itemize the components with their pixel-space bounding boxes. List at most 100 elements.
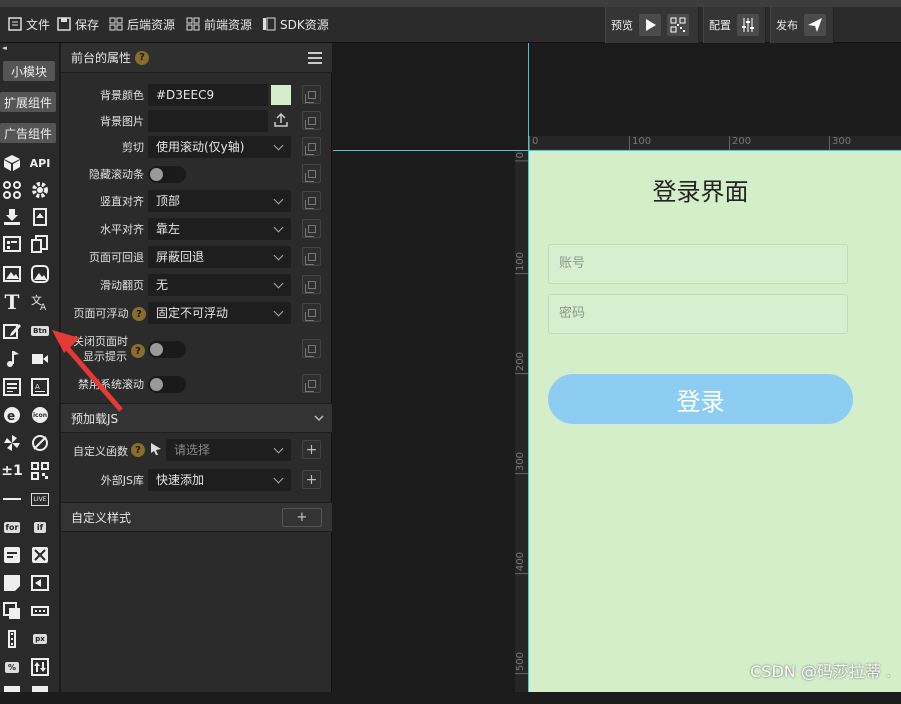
- list-edit-icon[interactable]: [2, 545, 22, 565]
- button-component-icon[interactable]: Btn: [30, 321, 50, 341]
- copy-button[interactable]: [302, 164, 321, 183]
- copy-button[interactable]: [302, 85, 321, 104]
- copy-icon: [304, 224, 316, 237]
- ext-js-select[interactable]: 快速添加: [148, 469, 291, 491]
- copy-button[interactable]: [302, 191, 321, 210]
- disable-scroll-toggle[interactable]: [148, 376, 186, 393]
- collapse-icon[interactable]: ◂◂: [2, 44, 7, 52]
- sort-icon[interactable]: [30, 657, 50, 677]
- text-icon[interactable]: T: [2, 290, 22, 314]
- menu-icon[interactable]: [308, 52, 322, 64]
- partial-icon[interactable]: [2, 684, 22, 704]
- edit-icon[interactable]: [2, 321, 22, 341]
- ie-browser-icon[interactable]: e: [2, 405, 22, 425]
- login-button[interactable]: 登录: [548, 374, 853, 424]
- vertical-bar-icon[interactable]: [2, 629, 22, 649]
- textarea-icon[interactable]: [2, 377, 22, 397]
- menu-backend[interactable]: 后端资源: [109, 15, 175, 33]
- px-unit-icon[interactable]: px: [30, 629, 50, 649]
- cursor-icon[interactable]: [150, 442, 162, 456]
- copy-button[interactable]: [302, 275, 321, 294]
- layers-icon[interactable]: [2, 601, 22, 621]
- float-select[interactable]: 固定不可浮动: [148, 302, 291, 324]
- add-style-button[interactable]: +: [282, 508, 322, 527]
- add-js-button[interactable]: +: [302, 470, 321, 489]
- halign-select[interactable]: 靠左: [148, 218, 291, 240]
- translate-icon[interactable]: 文A: [30, 292, 50, 312]
- help-icon[interactable]: ?: [131, 344, 145, 358]
- form-icon[interactable]: [2, 234, 22, 254]
- menu-save[interactable]: 保存: [57, 15, 99, 33]
- preload-js-header[interactable]: 预加载JS: [61, 403, 332, 433]
- clip-select[interactable]: 使用滚动(仅y轴): [148, 136, 291, 158]
- upload-file-icon[interactable]: [30, 207, 50, 227]
- download-icon[interactable]: [2, 207, 22, 227]
- valign-select[interactable]: 顶部: [148, 190, 291, 212]
- api-icon[interactable]: API: [30, 153, 51, 173]
- copy-button[interactable]: [302, 339, 321, 358]
- dots-icon[interactable]: [30, 601, 50, 621]
- enter-icon[interactable]: [30, 573, 50, 593]
- image-icon[interactable]: [2, 264, 22, 284]
- menu-sdk[interactable]: SDK资源: [262, 15, 329, 33]
- percent-unit-icon[interactable]: %: [2, 657, 22, 677]
- icon-component-icon[interactable]: icon: [30, 405, 50, 425]
- text-input-icon[interactable]: A: [30, 377, 50, 397]
- note-icon[interactable]: [2, 573, 22, 593]
- gallery-icon[interactable]: [30, 264, 50, 284]
- menu-file[interactable]: 文件: [8, 15, 50, 33]
- bgcolor-input[interactable]: #D3EEC9: [148, 84, 268, 106]
- password-input[interactable]: 密码: [548, 294, 848, 334]
- row-bgcolor: 背景颜色 #D3EEC9: [61, 83, 332, 107]
- menu-frontend[interactable]: 前端资源: [186, 15, 252, 33]
- account-input[interactable]: 账号: [548, 244, 848, 284]
- bgcolor-swatch[interactable]: [271, 85, 291, 105]
- cube-icon[interactable]: [2, 153, 22, 173]
- back-select[interactable]: 屏蔽回退: [148, 246, 291, 268]
- swipe-select[interactable]: 无: [148, 274, 291, 296]
- music-icon[interactable]: [2, 349, 22, 369]
- config-button[interactable]: [737, 14, 759, 36]
- ad-components-button[interactable]: 广告组件: [0, 123, 56, 143]
- custom-style-title: 自定义样式: [71, 510, 132, 525]
- publish-button[interactable]: [804, 14, 826, 36]
- page-preview[interactable]: 登录界面 账号 密码 登录: [529, 150, 901, 692]
- for-loop-icon[interactable]: for: [2, 517, 22, 537]
- if-condition-icon[interactable]: if: [30, 517, 50, 537]
- gear-icon[interactable]: [30, 180, 50, 200]
- px-unit-label: px: [33, 634, 47, 644]
- copy-icon: [304, 169, 316, 182]
- add-func-button[interactable]: +: [302, 440, 321, 459]
- copy-button[interactable]: [302, 111, 321, 130]
- hide-scroll-toggle[interactable]: [148, 166, 186, 183]
- copy-button[interactable]: [302, 303, 321, 322]
- video-icon[interactable]: [30, 349, 50, 369]
- qrcode-button[interactable]: [667, 14, 689, 36]
- qrcode-component-icon[interactable]: [30, 461, 50, 481]
- copy-button[interactable]: [302, 247, 321, 266]
- help-icon[interactable]: ?: [132, 307, 146, 321]
- brush-icon[interactable]: [30, 433, 50, 453]
- divider-icon[interactable]: [2, 489, 22, 509]
- design-canvas[interactable]: 0 100 200 300 0 100 200 300 400 500 登录界面…: [333, 43, 901, 692]
- help-icon[interactable]: ?: [135, 50, 150, 65]
- shuffle-icon[interactable]: [30, 545, 50, 565]
- counter-icon[interactable]: ±1: [1, 461, 22, 481]
- copy-button[interactable]: [302, 374, 321, 393]
- pinwheel-icon[interactable]: [2, 433, 22, 453]
- close-hint-toggle[interactable]: [148, 341, 186, 358]
- nodes-icon[interactable]: [2, 180, 22, 200]
- custom-func-select[interactable]: 请选择: [166, 439, 291, 461]
- live-icon[interactable]: LIVE: [30, 489, 50, 509]
- partial-icon-2[interactable]: [30, 684, 50, 704]
- bgimage-input[interactable]: [148, 110, 268, 132]
- row-swipe: 滑动翻页 无: [61, 273, 332, 297]
- extension-components-button[interactable]: 扩展组件: [0, 92, 56, 112]
- copy-button[interactable]: [302, 219, 321, 238]
- copy-button[interactable]: [302, 137, 321, 156]
- small-module-button[interactable]: 小模块: [3, 61, 55, 81]
- copy-page-icon[interactable]: [30, 234, 50, 254]
- play-button[interactable]: [639, 14, 661, 36]
- help-icon[interactable]: ?: [131, 443, 145, 457]
- upload-icon[interactable]: [273, 112, 289, 128]
